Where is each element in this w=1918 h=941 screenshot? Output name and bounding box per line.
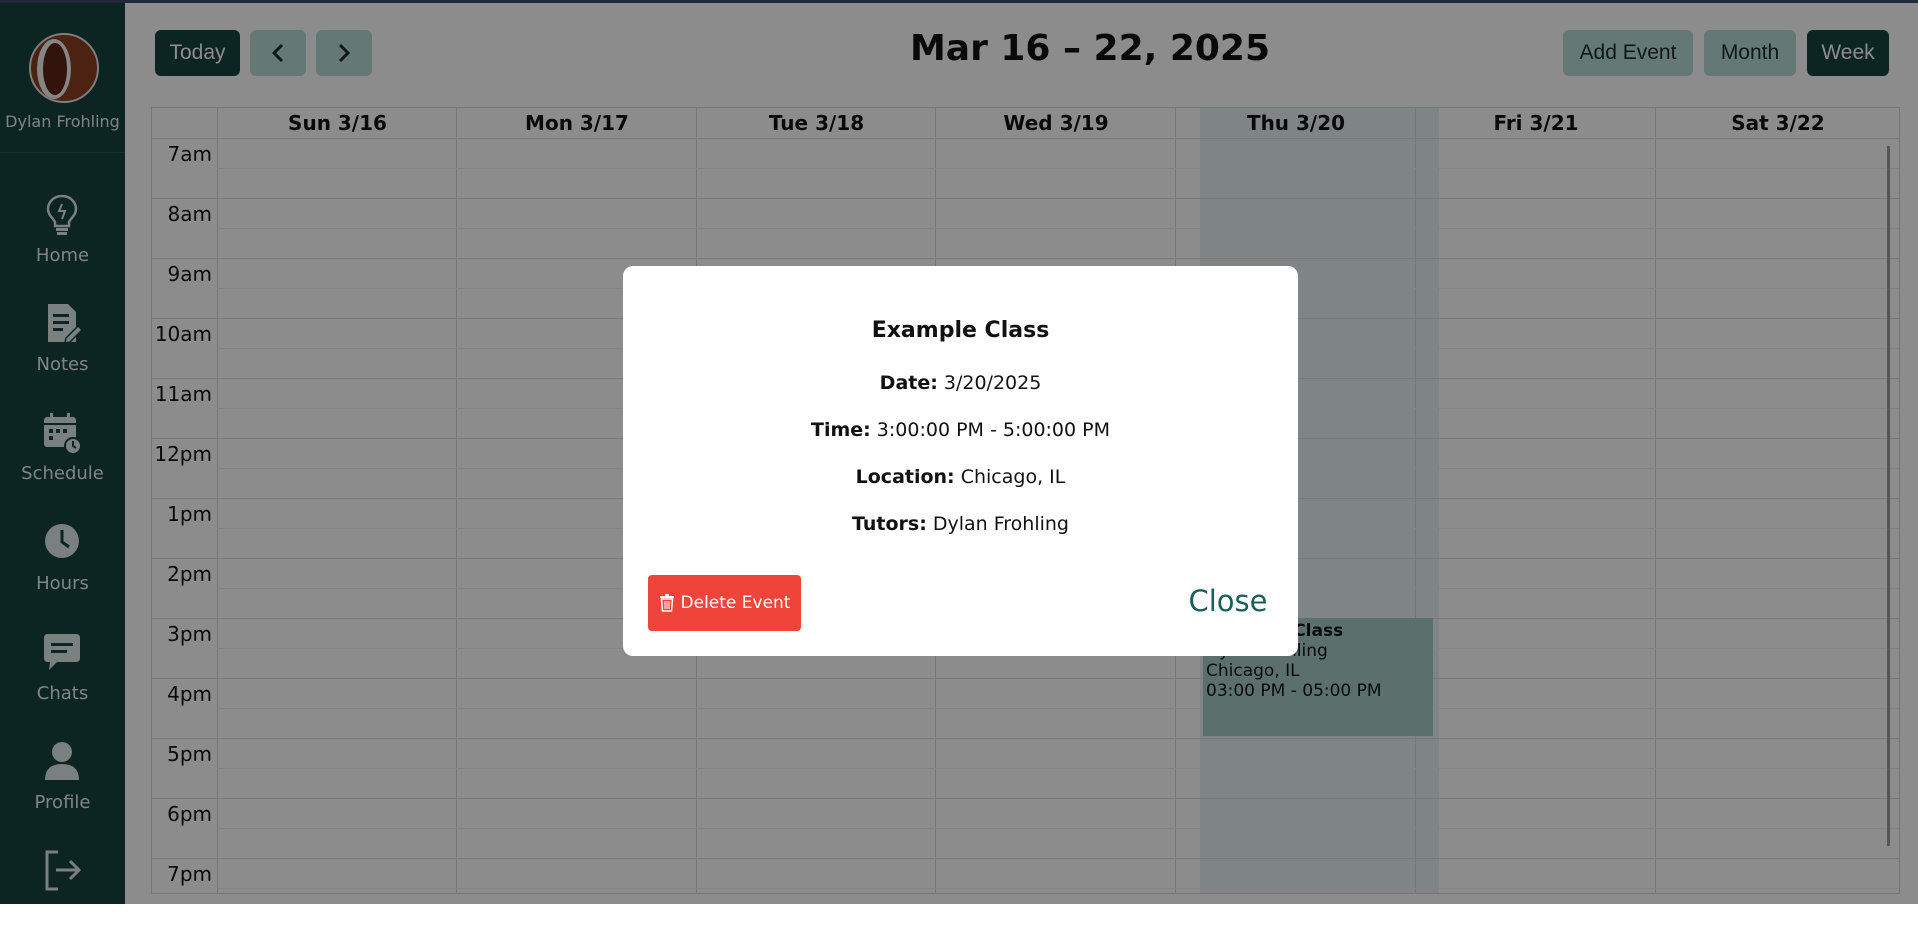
modal-time-row: Time: 3:00:00 PM - 5:00:00 PM <box>623 419 1298 441</box>
event-details-modal: Example Class Date: 3/20/2025 Time: 3:00… <box>623 266 1298 656</box>
modal-title: Example Class <box>871 318 1050 343</box>
modal-location-row: Location: Chicago, IL <box>623 466 1298 488</box>
location-value: Chicago, IL <box>960 466 1066 488</box>
delete-event-button[interactable]: Delete Event <box>648 575 801 631</box>
date-value: 3/20/2025 <box>943 372 1042 394</box>
close-button[interactable]: Close <box>1183 584 1273 624</box>
trash-icon <box>659 594 674 612</box>
time-label: Time: <box>810 419 871 441</box>
modal-date-row: Date: 3/20/2025 <box>623 372 1298 394</box>
modal-tutors-row: Tutors: Dylan Frohling <box>623 513 1298 535</box>
tutors-value: Dylan Frohling <box>932 513 1069 535</box>
date-label: Date: <box>879 372 938 394</box>
location-label: Location: <box>855 466 955 488</box>
time-value: 3:00:00 PM - 5:00:00 PM <box>876 419 1111 441</box>
delete-event-label: Delete Event <box>680 593 791 613</box>
tutors-label: Tutors: <box>851 513 927 535</box>
